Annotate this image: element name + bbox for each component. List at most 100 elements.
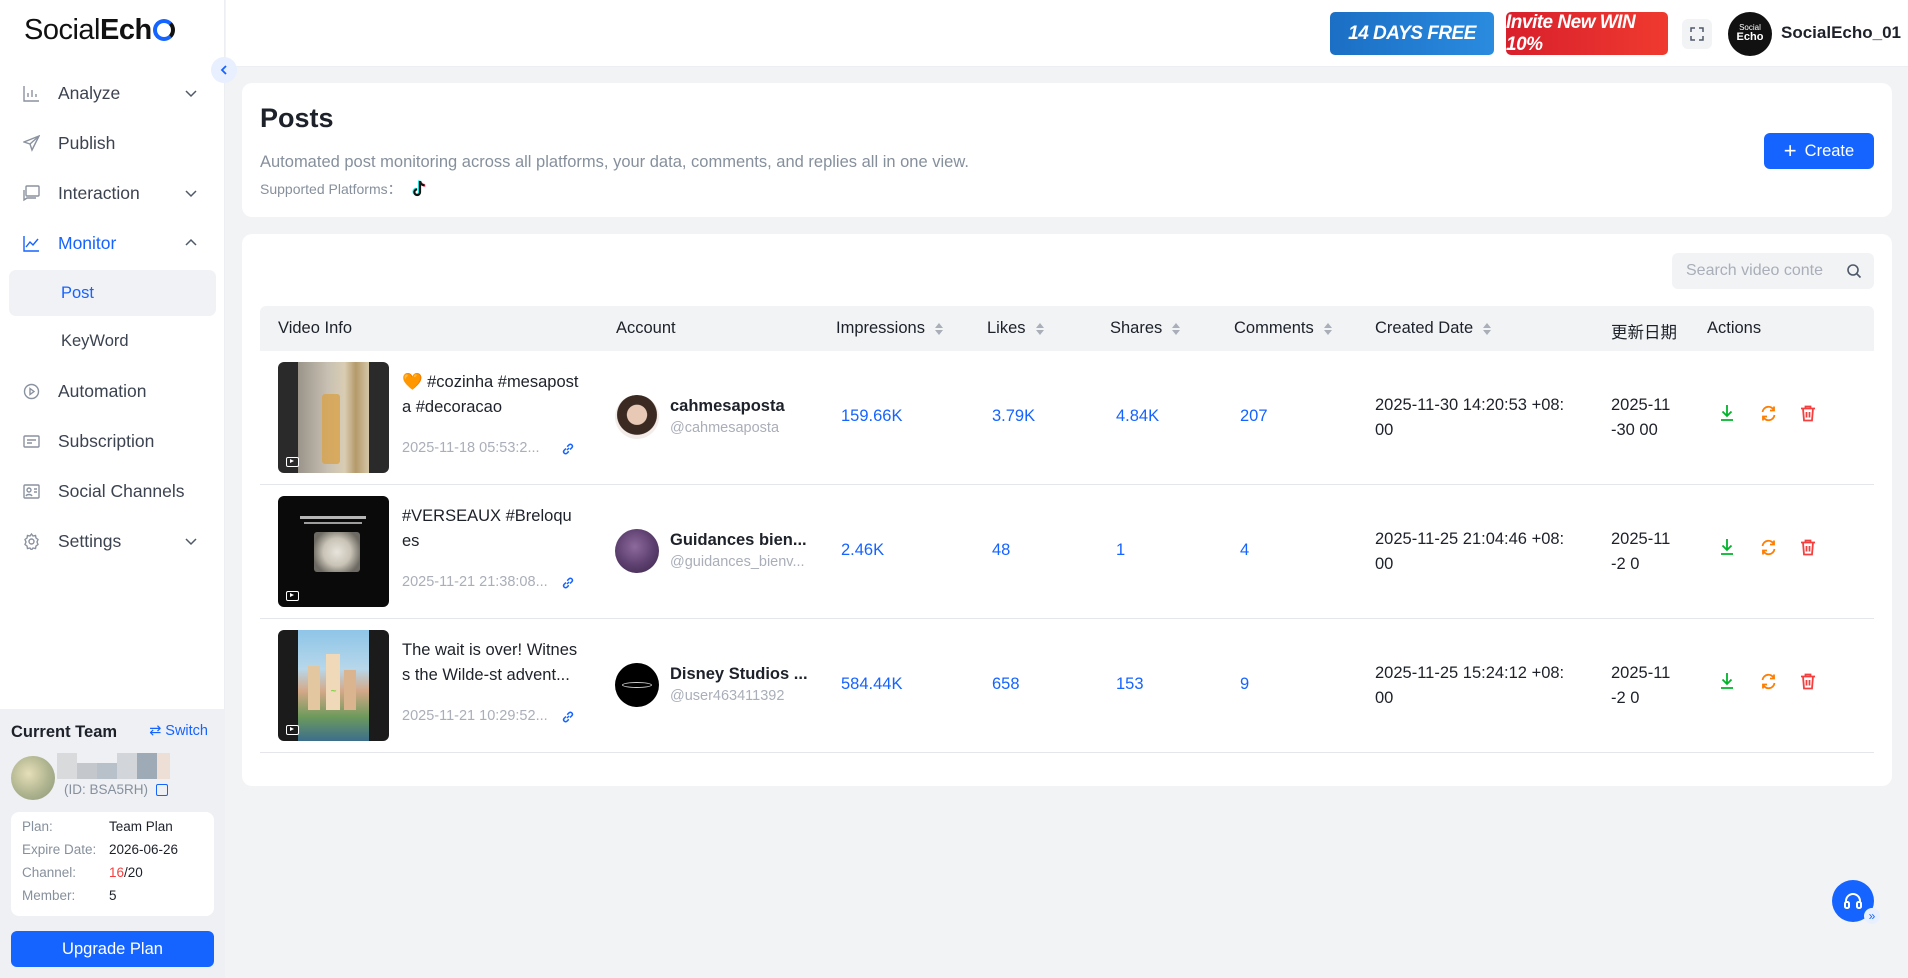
- col-video-info: Video Info: [278, 319, 353, 337]
- likes-value[interactable]: 3.79K: [992, 407, 1035, 426]
- sidebar-item-social-channels[interactable]: Social Channels: [0, 466, 225, 516]
- sort-icon[interactable]: [1172, 322, 1181, 335]
- video-thumbnail[interactable]: ~: [278, 630, 389, 741]
- switch-team-button[interactable]: ⇄ Switch: [149, 723, 208, 739]
- sidebar-item-label: Social Channels: [58, 480, 185, 501]
- impressions-value[interactable]: 2.46K: [841, 541, 884, 560]
- video-type-icon: [286, 725, 299, 735]
- video-thumbnail[interactable]: [278, 496, 389, 607]
- delete-icon[interactable]: [1798, 537, 1818, 557]
- col-likes[interactable]: Likes: [987, 319, 1044, 338]
- shares-value[interactable]: 1: [1116, 541, 1125, 560]
- account-avatar: [615, 395, 659, 439]
- impressions-value[interactable]: 159.66K: [841, 407, 902, 426]
- chevron-down-icon: [185, 538, 197, 546]
- copy-icon[interactable]: [156, 784, 168, 796]
- link-icon[interactable]: [561, 576, 575, 590]
- refresh-icon[interactable]: [1758, 537, 1778, 557]
- chevron-left-icon: [220, 65, 227, 75]
- promo-invite-banner[interactable]: Invite New WIN 10%: [1506, 12, 1668, 55]
- post-date: 2025-11-21 10:29:52...: [402, 708, 548, 724]
- col-updated-date: 更新日期: [1611, 324, 1677, 342]
- search-icon[interactable]: [1846, 263, 1862, 279]
- delete-icon[interactable]: [1798, 671, 1818, 691]
- impressions-value[interactable]: 584.44K: [841, 675, 902, 694]
- search-box: [1672, 253, 1874, 289]
- team-name-redacted: [57, 753, 170, 779]
- table-row: ~ The wait is over! Witness the Wilde-st…: [260, 619, 1874, 753]
- sidebar-item-settings[interactable]: Settings: [0, 516, 225, 566]
- col-shares[interactable]: Shares: [1110, 319, 1181, 338]
- team-avatar: [11, 756, 55, 800]
- expire-row: Expire Date: 2026-06-26: [22, 842, 179, 857]
- sidebar-item-label: Interaction: [58, 182, 140, 203]
- upgrade-plan-button[interactable]: Upgrade Plan: [11, 931, 214, 967]
- video-type-icon: [286, 591, 299, 601]
- account-name: Guidances bien...: [670, 531, 807, 549]
- col-impressions[interactable]: Impressions: [836, 319, 943, 338]
- sidebar-item-analyze[interactable]: Analyze: [0, 68, 225, 118]
- posts-table-card: Video Info Account Impressions Likes Sha…: [242, 234, 1892, 786]
- created-date: 2025-11-25 21:04:46 +08:00: [1375, 530, 1565, 573]
- page-description: Automated post monitoring across all pla…: [260, 153, 969, 171]
- sidebar-subitem-keyword[interactable]: KeyWord: [9, 318, 216, 364]
- sort-icon[interactable]: [1035, 322, 1044, 335]
- refresh-icon[interactable]: [1758, 403, 1778, 423]
- sidebar-subitem-post[interactable]: Post: [9, 270, 216, 316]
- chevron-down-icon: [185, 190, 197, 198]
- sidebar-item-publish[interactable]: Publish: [0, 118, 225, 168]
- sidebar-item-label: Monitor: [58, 232, 117, 253]
- current-team-panel: Current Team ⇄ Switch (ID: BSA5RH) Plan:…: [0, 709, 225, 978]
- download-icon[interactable]: [1717, 403, 1737, 423]
- page-title: Posts: [260, 103, 334, 133]
- sidebar-subitem-label: KeyWord: [61, 331, 129, 350]
- sidebar-item-label: Automation: [58, 380, 147, 401]
- sort-icon[interactable]: [1323, 322, 1332, 335]
- video-thumbnail[interactable]: [278, 362, 389, 473]
- delete-icon[interactable]: [1798, 403, 1818, 423]
- post-date: 2025-11-18 05:53:2...: [402, 440, 540, 456]
- likes-value[interactable]: 658: [992, 675, 1020, 694]
- col-created-date[interactable]: Created Date: [1375, 319, 1492, 338]
- sidebar-item-interaction[interactable]: Interaction: [0, 168, 225, 218]
- link-icon[interactable]: [561, 710, 575, 724]
- sidebar-item-subscription[interactable]: Subscription: [0, 416, 225, 466]
- support-chat-button[interactable]: »: [1832, 880, 1880, 924]
- user-avatar[interactable]: Social Echo: [1728, 12, 1772, 56]
- subscription-icon: [22, 432, 40, 450]
- chevron-down-icon: [185, 90, 197, 98]
- shares-value[interactable]: 153: [1116, 675, 1144, 694]
- comments-value[interactable]: 9: [1240, 675, 1249, 694]
- fullscreen-icon[interactable]: [1682, 19, 1712, 49]
- bar-chart-icon: [22, 84, 40, 102]
- sidebar-item-automation[interactable]: Automation: [0, 366, 225, 416]
- updated-date: 2025-11-30 00: [1611, 396, 1671, 439]
- likes-value[interactable]: 48: [992, 541, 1010, 560]
- download-icon[interactable]: [1717, 671, 1737, 691]
- logo-o-mark: [152, 19, 175, 41]
- sort-icon[interactable]: [934, 322, 943, 335]
- promo-14-days-free-banner[interactable]: 14 DAYS FREE: [1330, 12, 1494, 55]
- app-logo[interactable]: SocialEch: [24, 14, 175, 47]
- user-name[interactable]: SocialEcho_01: [1781, 23, 1901, 43]
- sidebar-item-monitor[interactable]: Monitor: [0, 218, 225, 268]
- download-icon[interactable]: [1717, 537, 1737, 557]
- comments-value[interactable]: 207: [1240, 407, 1268, 426]
- table-row: #VERSEAUX #Breloques 2025-11-21 21:38:08…: [260, 485, 1874, 619]
- comments-value[interactable]: 4: [1240, 541, 1249, 560]
- account-name: Disney Studios ...: [670, 665, 808, 683]
- channel-row: Channel: 16/20: [22, 865, 143, 880]
- link-icon[interactable]: [561, 442, 575, 456]
- table-row: 🧡 #cozinha #mesaposta #decoracao 2025-11…: [260, 351, 1874, 485]
- account-handle: @cahmesaposta: [670, 420, 780, 436]
- create-button[interactable]: + Create: [1764, 133, 1874, 169]
- collapse-sidebar-button[interactable]: [211, 57, 237, 83]
- search-input[interactable]: [1686, 262, 1846, 280]
- sort-icon[interactable]: [1483, 322, 1492, 335]
- channels-icon: [22, 482, 40, 500]
- shares-value[interactable]: 4.84K: [1116, 407, 1159, 426]
- account-handle: @user463411392: [670, 688, 785, 704]
- sidebar-item-label: Subscription: [58, 430, 155, 451]
- refresh-icon[interactable]: [1758, 671, 1778, 691]
- col-comments[interactable]: Comments: [1234, 319, 1332, 338]
